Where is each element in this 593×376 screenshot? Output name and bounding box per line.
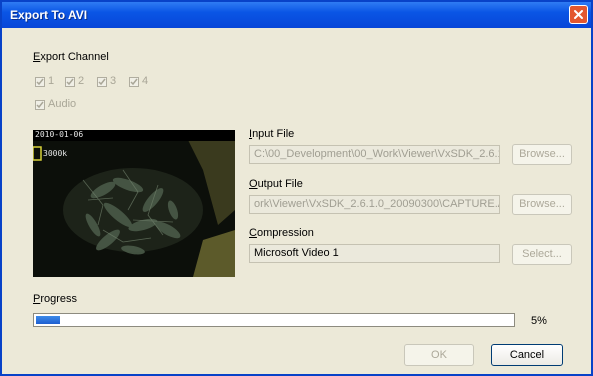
- input-browse-button[interactable]: Browse...: [512, 144, 572, 165]
- cancel-button[interactable]: Cancel: [491, 344, 563, 366]
- compression-label: Compression: [249, 227, 314, 239]
- close-icon: [574, 10, 583, 19]
- window-title: Export To AVI: [10, 8, 88, 22]
- checkmark-icon: [66, 78, 74, 86]
- checkmark-icon: [130, 78, 138, 86]
- input-file-field[interactable]: C:\00_Development\00_Work\Viewer\VxSDK_2…: [249, 145, 500, 164]
- export-channel-heading: Export Channel: [33, 51, 109, 63]
- output-file-field[interactable]: ork\Viewer\VxSDK_2.6.1.0_20090300\CAPTUR…: [249, 195, 500, 214]
- ok-button[interactable]: OK: [404, 344, 474, 366]
- checkmark-icon: [98, 78, 106, 86]
- checkmark-icon: [36, 101, 44, 109]
- compression-select-button[interactable]: Select...: [512, 244, 572, 265]
- checkbox-box[interactable]: [35, 100, 45, 110]
- title-bar[interactable]: Export To AVI: [2, 2, 591, 28]
- close-button[interactable]: [569, 5, 588, 24]
- checkbox-box[interactable]: [65, 77, 75, 87]
- channel-label: 3: [110, 75, 117, 87]
- channel-label: 2: [78, 75, 85, 87]
- output-browse-button[interactable]: Browse...: [512, 194, 572, 215]
- output-file-label: Output File: [249, 178, 303, 190]
- checkbox-box[interactable]: [97, 77, 107, 87]
- checkbox-box[interactable]: [35, 77, 45, 87]
- progress-fill: [36, 316, 60, 324]
- audio-label: Audio: [48, 98, 77, 110]
- checkmark-icon: [36, 78, 44, 86]
- channel-label: 4: [142, 75, 149, 87]
- preview-channel-tag: 3000k: [43, 149, 68, 158]
- export-dialog: Export To AVI Export Channel 1 2 3 4 Aud…: [0, 0, 593, 376]
- channel-label: 1: [48, 75, 55, 87]
- compression-field[interactable]: Microsoft Video 1: [249, 244, 500, 263]
- progress-percent: 5%: [531, 315, 547, 327]
- progress-label: Progress: [33, 293, 78, 305]
- progress-bar: [33, 313, 515, 327]
- checkbox-box[interactable]: [129, 77, 139, 87]
- input-file-label: Input File: [249, 128, 295, 140]
- preview-timestamp: 2010-01-06: [35, 130, 84, 139]
- video-preview: 2010-01-06 3000k: [33, 130, 235, 277]
